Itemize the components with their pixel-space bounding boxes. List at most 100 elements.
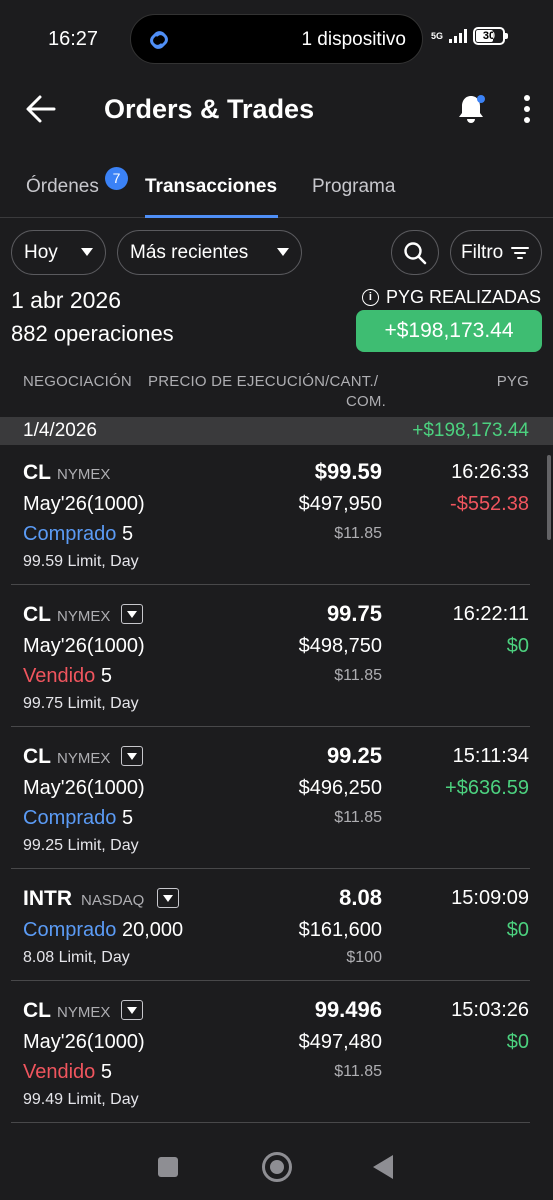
trade-time: 15:09:09 (451, 887, 529, 909)
row-divider (11, 584, 530, 585)
trade-exchange: NYMEX (57, 1004, 111, 1021)
trade-time: 15:03:26 (451, 999, 529, 1021)
filter-bar: Hoy Más recientes Filtro (0, 230, 553, 276)
trade-order-type: 8.08 Limit, Day (23, 949, 130, 966)
trade-side-label: Comprado (23, 919, 117, 941)
dropdown-icon[interactable] (121, 746, 143, 766)
trade-order-type: 99.75 Limit, Day (23, 695, 139, 712)
column-header-price: PRECIO DE EJECUCIÓN/CANT./ (148, 373, 379, 390)
trade-pnl: $0 (506, 919, 529, 941)
trade-time: 15:11:34 (452, 745, 529, 767)
trade-pnl: +$636.59 (445, 777, 529, 799)
trade-exchange: NASDAQ (81, 892, 145, 909)
trade-exchange: NYMEX (57, 466, 111, 483)
system-nav-bar (0, 1135, 553, 1200)
trade-time: 16:26:33 (451, 461, 529, 483)
trade-side-label: Vendido (23, 665, 96, 687)
trade-price: 99.75 (326, 601, 382, 626)
trade-row[interactable]: CL NYMEX May'26(1000) Comprado 5 99.25 L… (0, 731, 553, 869)
trade-side: Vendido 5 (23, 1061, 112, 1084)
trade-order-type: 99.59 Limit, Day (23, 553, 139, 570)
trade-side: Vendido 5 (23, 665, 112, 688)
search-icon (404, 241, 427, 264)
realized-label[interactable]: i PYG REALIZADAS (361, 287, 541, 308)
tab-programa[interactable]: Programa (312, 176, 395, 198)
column-header-pnl: PYG (496, 373, 529, 390)
group-date: 1/4/2026 (23, 420, 97, 441)
status-time: 16:27 (48, 28, 99, 50)
trade-qty: 5 (100, 1061, 112, 1083)
summary-date: 1 abr 2026 (11, 287, 121, 313)
trade-time: 16:22:11 (452, 603, 529, 625)
trade-side-label: Comprado (23, 523, 117, 545)
recent-apps-icon[interactable] (158, 1157, 178, 1177)
period-label: Hoy (24, 241, 58, 263)
trade-row[interactable]: CL NYMEX May'26(1000) Vendido 5 99.49 Li… (0, 985, 553, 1123)
trade-contract: May'26(1000) (23, 635, 145, 657)
link-icon (150, 31, 168, 49)
sort-label: Más recientes (130, 241, 249, 263)
trade-price: $99.59 (314, 459, 382, 484)
group-total-pnl: +$198,173.44 (412, 420, 529, 441)
status-bar: 16:27 1 dispositivo 5G 30 (0, 0, 553, 78)
date-group-row: 1/4/2026 +$198,173.44 (0, 417, 553, 445)
dropdown-icon[interactable] (121, 604, 143, 624)
network-type: 5G (430, 30, 443, 41)
period-dropdown[interactable]: Hoy (11, 230, 106, 275)
trade-row[interactable]: CL NYMEX May'26(1000) Vendido 5 99.75 Li… (0, 589, 553, 727)
trade-side: Comprado 5 (23, 807, 133, 830)
trade-amount: $496,250 (298, 777, 382, 799)
realized-label-text: PYG REALIZADAS (385, 287, 541, 307)
search-button[interactable] (391, 230, 439, 275)
trade-commission: $11.85 (334, 525, 382, 542)
back-icon[interactable] (373, 1155, 393, 1179)
page-title: Orders & Trades (104, 94, 315, 124)
battery-icon: 30 (473, 27, 508, 45)
trade-amount: $497,480 (298, 1031, 382, 1053)
info-icon: i (361, 289, 379, 306)
tab-bar: Órdenes 7 Transacciones Programa (0, 160, 553, 218)
trade-exchange: NYMEX (57, 750, 111, 767)
island-text: 1 dispositivo (301, 29, 406, 50)
row-divider (11, 980, 530, 981)
trade-amount: $161,600 (298, 919, 382, 941)
scrollbar[interactable] (547, 455, 551, 540)
trade-side: Comprado 20,000 (23, 919, 183, 942)
tab-transacciones[interactable]: Transacciones (145, 176, 277, 198)
dynamic-island[interactable]: 1 dispositivo (130, 14, 423, 64)
dropdown-icon[interactable] (121, 1000, 143, 1020)
trade-side-label: Vendido (23, 1061, 96, 1083)
trade-order-type: 99.49 Limit, Day (23, 1091, 139, 1108)
app-header: Orders & Trades (0, 80, 553, 140)
trade-commission: $11.85 (334, 667, 382, 684)
trade-qty: 20,000 (121, 919, 184, 941)
trade-commission: $100 (346, 949, 382, 966)
more-vertical-icon[interactable] (517, 94, 537, 124)
tab-ordenes[interactable]: Órdenes (26, 176, 99, 198)
trade-pnl: $0 (506, 1031, 529, 1053)
column-header-commission: COM. (346, 393, 386, 410)
row-divider (11, 726, 530, 727)
battery-level: 30 (482, 30, 496, 42)
filter-icon (511, 247, 529, 259)
trade-symbol: CL (23, 999, 51, 1022)
trade-contract: May'26(1000) (23, 1031, 145, 1053)
signal-icon (449, 29, 467, 43)
trade-row[interactable]: INTR NASDAQ Comprado 20,000 8.08 Limit, … (0, 873, 553, 981)
home-icon[interactable] (262, 1152, 292, 1182)
trade-pnl: $0 (506, 635, 529, 657)
chevron-down-icon (81, 248, 93, 256)
trade-price: 8.08 (339, 885, 382, 910)
filter-button[interactable]: Filtro (450, 230, 542, 275)
chevron-down-icon (277, 248, 289, 256)
trade-symbol: CL (23, 461, 51, 484)
column-header-trading: NEGOCIACIÓN (23, 373, 132, 390)
trade-contract: May'26(1000) (23, 777, 145, 799)
back-arrow-icon[interactable] (24, 92, 58, 126)
dropdown-icon[interactable] (157, 888, 179, 908)
summary-count: 882 operaciones (11, 321, 174, 346)
filter-label: Filtro (461, 241, 504, 263)
sort-dropdown[interactable]: Más recientes (117, 230, 302, 275)
trade-row[interactable]: CL NYMEX May'26(1000) Comprado 5 99.59 L… (0, 447, 553, 585)
orders-count-badge: 7 (105, 167, 128, 190)
